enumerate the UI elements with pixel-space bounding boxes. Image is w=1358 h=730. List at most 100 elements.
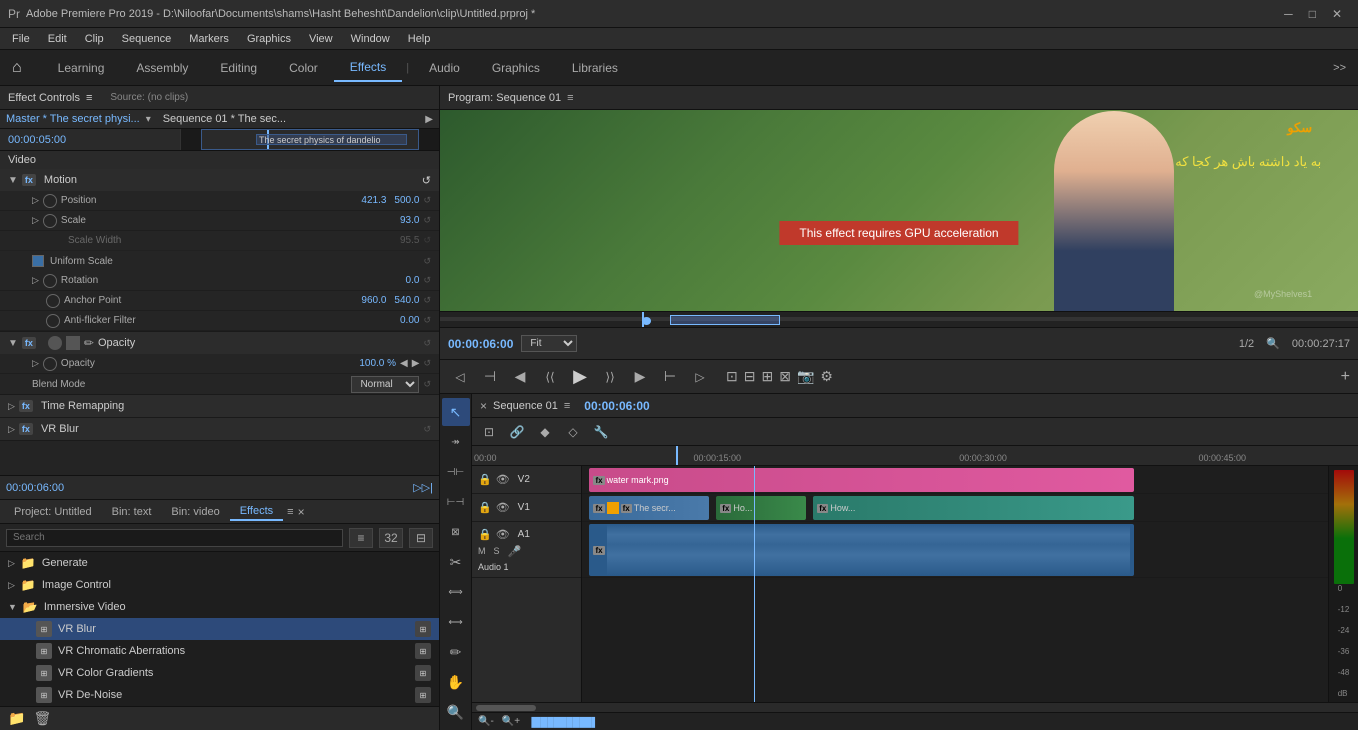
- tl-keyframe-btn[interactable]: ◇: [562, 421, 584, 443]
- opacity-square-shape[interactable]: [66, 336, 80, 350]
- nav-tab-editing[interactable]: Editing: [204, 55, 273, 81]
- vr-color-gradients-item[interactable]: ⊞ VR Color Gradients ⊞: [0, 662, 439, 684]
- effects-search-input[interactable]: [6, 529, 343, 547]
- icon-view-btn[interactable]: 32: [379, 528, 403, 548]
- delete-btn[interactable]: 🗑: [31, 708, 53, 729]
- effects-tab-menu[interactable]: ≡: [287, 506, 293, 518]
- proj-tab-bin-video[interactable]: Bin: video: [161, 504, 229, 520]
- program-monitor-menu[interactable]: ≡: [567, 92, 573, 104]
- opacity-header[interactable]: ▼ fx ✏ Opacity ↺: [0, 332, 439, 354]
- watermark-clip[interactable]: fx water mark.png: [589, 468, 1134, 492]
- rolling-edit-btn[interactable]: ⊢⊣: [442, 488, 470, 516]
- position-y-value[interactable]: 500.0: [394, 195, 419, 206]
- vr-blur-item[interactable]: ⊞ VR Blur ⊞: [0, 618, 439, 640]
- opacity-value[interactable]: 100.0 %: [359, 358, 396, 369]
- opacity-reset[interactable]: ↺: [423, 338, 431, 349]
- tl-marker-btn[interactable]: ◆: [534, 421, 556, 443]
- tl-zoom-out[interactable]: 🔍-: [478, 716, 494, 727]
- immersive-video-folder[interactable]: ▼ 📂 Immersive Video: [0, 596, 439, 618]
- menu-graphics[interactable]: Graphics: [239, 31, 299, 47]
- anchor-clock-icon[interactable]: [46, 294, 60, 308]
- proj-tab-effects[interactable]: Effects: [230, 503, 283, 521]
- vr-denoise-item[interactable]: ⊞ VR De-Noise ⊞: [0, 684, 439, 706]
- menu-view[interactable]: View: [301, 31, 341, 47]
- video-section-header[interactable]: Video: [0, 151, 439, 169]
- time-remap-expand[interactable]: ▷: [8, 401, 15, 412]
- ec-scroll-right[interactable]: ▷: [413, 481, 421, 494]
- a1-m-btn[interactable]: M: [478, 546, 486, 556]
- position-expand[interactable]: ▷: [32, 195, 39, 206]
- razor-btn[interactable]: ✂: [442, 548, 470, 576]
- position-x-value[interactable]: 421.3: [361, 195, 386, 206]
- rotation-reset[interactable]: ↺: [423, 275, 431, 286]
- tl-wrench-btn[interactable]: 🔧: [590, 421, 612, 443]
- extract-btn[interactable]: ⊞: [761, 368, 773, 385]
- blend-mode-select[interactable]: Normal Dissolve Multiply Screen: [351, 376, 419, 393]
- v1-clip2[interactable]: fx Ho...: [716, 496, 806, 520]
- uniform-scale-checkbox[interactable]: [32, 255, 44, 267]
- v2-lock-icon[interactable]: 🔒: [478, 473, 492, 486]
- v1-vis-icon[interactable]: 👁: [496, 501, 510, 514]
- tl-link-btn[interactable]: 🔗: [506, 421, 528, 443]
- scroll-indicator[interactable]: [476, 705, 536, 711]
- nav-tab-libraries[interactable]: Libraries: [556, 55, 634, 81]
- opacity-clock-icon[interactable]: [43, 357, 57, 371]
- next-edit-btn[interactable]: ⊢: [658, 365, 682, 389]
- nav-tab-graphics[interactable]: Graphics: [476, 55, 556, 81]
- timeline-timecode[interactable]: 00:00:06:00: [584, 399, 649, 413]
- maximize-btn[interactable]: □: [1309, 7, 1316, 21]
- vr-blur-expand[interactable]: ▷: [8, 424, 15, 435]
- v1-clip3[interactable]: fx How...: [813, 496, 1134, 520]
- fit-select[interactable]: Fit 25% 50% 75% 100%: [521, 335, 577, 352]
- position-clock-icon[interactable]: [43, 194, 57, 208]
- slide-btn[interactable]: ⟷: [442, 608, 470, 636]
- monitor-scrubber[interactable]: [440, 311, 1358, 327]
- track-select-fwd-btn[interactable]: ↠: [442, 428, 470, 456]
- ripple-edit-btn[interactable]: ⊣⊢: [442, 458, 470, 486]
- hand-tool-btn[interactable]: ✋: [442, 668, 470, 696]
- scale-value[interactable]: 93.0: [400, 215, 419, 226]
- time-remap-header[interactable]: ▷ fx Time Remapping: [0, 395, 439, 417]
- fwd-btn[interactable]: ⟩⟩: [598, 365, 622, 389]
- nav-tab-effects[interactable]: Effects: [334, 54, 402, 82]
- list-view-btn[interactable]: ≡: [349, 528, 373, 548]
- zoom-tool-btn[interactable]: 🔍: [442, 698, 470, 726]
- v1-clip1[interactable]: fx fx The secr...: [589, 496, 708, 520]
- menu-clip[interactable]: Clip: [77, 31, 112, 47]
- position-reset[interactable]: ↺: [423, 195, 431, 206]
- vr-blur-header[interactable]: ▷ fx VR Blur ↺: [0, 418, 439, 440]
- magnifier-icon[interactable]: 🔍: [1266, 337, 1280, 350]
- menu-help[interactable]: Help: [400, 31, 439, 47]
- opacity-circle-shape[interactable]: [48, 336, 62, 350]
- motion-header[interactable]: ▼ fx Motion ↺: [0, 169, 439, 191]
- menu-edit[interactable]: Edit: [40, 31, 75, 47]
- step-fwd-btn[interactable]: ▶: [628, 365, 652, 389]
- nav-tab-learning[interactable]: Learning: [42, 55, 121, 81]
- add-btn[interactable]: +: [1341, 368, 1350, 386]
- settings-btn[interactable]: ⚙: [820, 368, 833, 385]
- prev-edit-btn[interactable]: ⊣: [478, 365, 502, 389]
- pen-tool-btn[interactable]: ✏: [442, 638, 470, 666]
- meta-view-btn[interactable]: ⊟: [409, 528, 433, 548]
- a1-lock-icon[interactable]: 🔒: [478, 528, 492, 541]
- menu-file[interactable]: File: [4, 31, 38, 47]
- scale-expand[interactable]: ▷: [32, 215, 39, 226]
- menu-markers[interactable]: Markers: [181, 31, 237, 47]
- master-chevron[interactable]: ▾: [146, 114, 151, 125]
- nav-tab-color[interactable]: Color: [273, 55, 334, 81]
- effect-controls-menu-icon[interactable]: ≡: [86, 92, 92, 104]
- rate-stretch-btn[interactable]: ⊠: [442, 518, 470, 546]
- anti-flicker-value[interactable]: 0.00: [400, 315, 419, 326]
- anchor-y-value[interactable]: 540.0: [394, 295, 419, 306]
- overwrite-btn[interactable]: ⊠: [779, 368, 791, 385]
- motion-reset[interactable]: ↺: [422, 174, 431, 187]
- scale-clock-icon[interactable]: [43, 214, 57, 228]
- lift-btn[interactable]: ⊟: [744, 368, 756, 385]
- program-timecode[interactable]: 00:00:06:00: [448, 337, 513, 351]
- anti-flicker-clock-icon[interactable]: [46, 314, 60, 328]
- step-back-btn[interactable]: ◀: [508, 365, 532, 389]
- close-btn[interactable]: ✕: [1332, 7, 1342, 21]
- rotation-value[interactable]: 0.0: [406, 275, 420, 286]
- generate-folder[interactable]: ▷ 📁 Generate: [0, 552, 439, 574]
- nav-more-icon[interactable]: >>: [1333, 62, 1346, 74]
